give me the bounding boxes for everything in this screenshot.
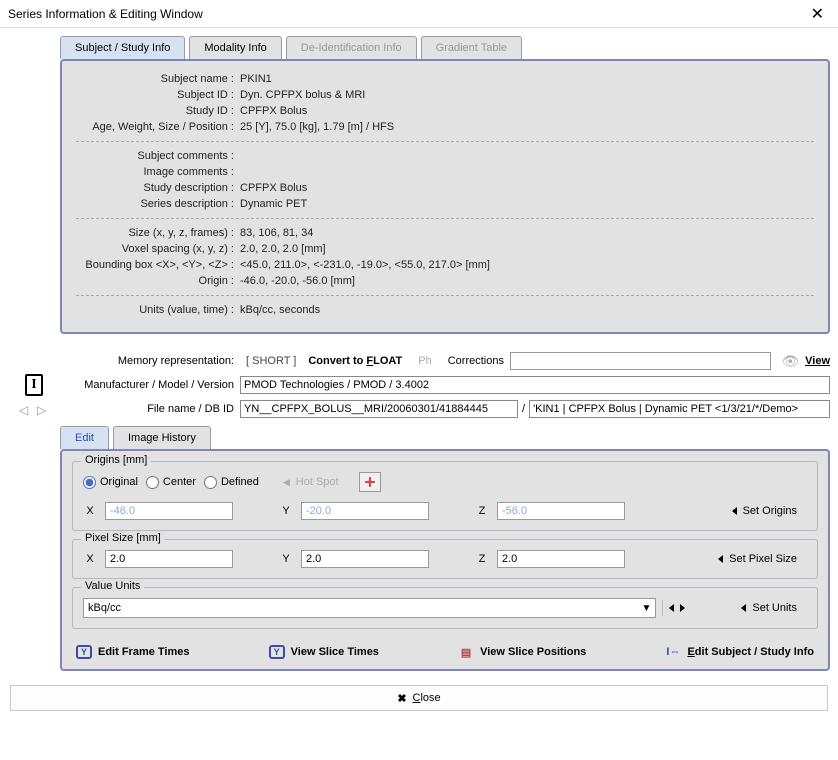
- target-button[interactable]: [359, 472, 381, 492]
- origins-fieldset: Origins [mm] Original Center Defined ◀ H…: [72, 461, 818, 531]
- set-units-button[interactable]: Set Units: [731, 602, 807, 614]
- triangle-left-icon[interactable]: [669, 604, 674, 612]
- origin-x-label: X: [83, 505, 97, 517]
- study-id-label: Study ID: [76, 105, 234, 117]
- pixel-z-label: Z: [475, 553, 489, 565]
- tab-deid-info: De-Identification Info: [286, 36, 417, 59]
- study-id-value: CPFPX Bolus: [234, 105, 307, 117]
- filename-input[interactable]: [240, 400, 518, 418]
- manufacturer-input[interactable]: [240, 376, 830, 394]
- subject-name-value: PKIN1: [234, 73, 272, 85]
- origins-legend: Origins [mm]: [81, 454, 151, 466]
- series-desc-value: Dynamic PET: [234, 198, 307, 210]
- pixel-x-label: X: [83, 553, 97, 565]
- clock-box-icon: Y: [76, 645, 92, 659]
- close-icon[interactable]: ✕: [805, 4, 830, 24]
- triangle-right-icon[interactable]: [680, 604, 685, 612]
- slice-pos-icon: ▤: [458, 645, 474, 659]
- chevron-down-icon: ▼: [641, 603, 651, 614]
- window-title: Series Information & Editing Window: [8, 7, 203, 21]
- study-desc-value: CPFPX Bolus: [234, 182, 307, 194]
- triangle-left-icon: [732, 507, 737, 515]
- pixel-size-fieldset: Pixel Size [mm] X Y Z Set Pixel Size: [72, 539, 818, 579]
- origin-value: -46.0, -20.0, -56.0 [mm]: [234, 275, 355, 287]
- view-slice-times-button[interactable]: YView Slice Times: [269, 645, 379, 659]
- target-icon: [365, 477, 375, 487]
- origin-radio-center[interactable]: Center: [146, 476, 196, 489]
- tab-modality-info[interactable]: Modality Info: [189, 36, 281, 59]
- close-button[interactable]: ✖ Close: [10, 685, 828, 711]
- boundingbox-label: Bounding box <X>, <Y>, <Z>: [76, 259, 234, 271]
- subject-id-label: Subject ID: [76, 89, 234, 101]
- set-origins-button[interactable]: Set Origins: [722, 505, 807, 517]
- pixel-y-input[interactable]: [301, 550, 429, 568]
- subject-id-value: Dyn. CPFPX bolus & MRI: [234, 89, 365, 101]
- ph-label: Ph: [418, 355, 431, 367]
- pixel-size-legend: Pixel Size [mm]: [81, 532, 165, 544]
- next-arrow-icon[interactable]: ▷: [37, 403, 49, 415]
- eye-icon: 👁: [781, 353, 799, 370]
- units-label: Units (value, time): [76, 304, 234, 316]
- pixel-y-label: Y: [279, 553, 293, 565]
- convert-to-float-button[interactable]: Convert to FLOAT: [308, 355, 402, 367]
- origin-label: Origin: [76, 275, 234, 287]
- corrections-input[interactable]: [510, 352, 771, 370]
- info-panel: Subject namePKIN1 Subject IDDyn. CPFPX b…: [60, 59, 830, 334]
- pixel-z-input[interactable]: [497, 550, 625, 568]
- tab-edit[interactable]: Edit: [60, 426, 109, 449]
- dbid-input[interactable]: [529, 400, 830, 418]
- origin-x-input[interactable]: [105, 502, 233, 520]
- origin-radio-defined[interactable]: Defined: [204, 476, 259, 489]
- units-select-value: kBq/cc: [88, 602, 121, 614]
- triangle-left-icon: [718, 555, 723, 563]
- awsp-label: Age, Weight, Size / Position: [76, 121, 234, 133]
- subj-comments-label: Subject comments: [76, 150, 234, 162]
- edit-frame-times-button[interactable]: YEdit Frame Times: [76, 645, 190, 659]
- voxel-value: 2.0, 2.0, 2.0 [mm]: [234, 243, 326, 255]
- size-label: Size (x, y, z, frames): [76, 227, 234, 239]
- prev-arrow-icon[interactable]: ◁: [19, 403, 31, 415]
- origin-z-input[interactable]: [497, 502, 625, 520]
- tab-image-history[interactable]: Image History: [113, 426, 211, 449]
- x-icon: ✖: [397, 692, 406, 705]
- tab-subject-info[interactable]: Subject / Study Info: [60, 36, 185, 59]
- awsp-value: 25 [Y], 75.0 [kg], 1.79 [m] / HFS: [234, 121, 394, 133]
- edit-panel: Origins [mm] Original Center Defined ◀ H…: [60, 449, 830, 671]
- value-units-legend: Value Units: [81, 580, 144, 592]
- filename-label: File name / DB ID: [60, 403, 240, 415]
- hotspot-label: ◀ Hot Spot: [283, 476, 339, 488]
- view-button[interactable]: View: [805, 355, 830, 367]
- series-desc-label: Series description: [76, 198, 234, 210]
- size-value: 83, 106, 81, 34: [234, 227, 313, 239]
- clock-box-icon: Y: [269, 645, 285, 659]
- origin-radio-original[interactable]: Original: [83, 476, 138, 489]
- memory-repr-label: Memory representation:: [60, 355, 240, 367]
- units-value: kBq/cc, seconds: [234, 304, 320, 316]
- info-badge-icon: I: [25, 374, 43, 396]
- corrections-label: Corrections: [448, 355, 504, 367]
- view-slice-positions-button[interactable]: ▤View Slice Positions: [458, 645, 586, 659]
- origin-z-label: Z: [475, 505, 489, 517]
- edit-subject-info-button[interactable]: I⇔Edit Subject / Study Info: [665, 645, 814, 659]
- value-units-fieldset: Value Units kBq/cc ▼ Set Units: [72, 587, 818, 629]
- voxel-label: Voxel spacing (x, y, z): [76, 243, 234, 255]
- units-select[interactable]: kBq/cc ▼: [83, 598, 656, 618]
- memory-repr-short: [ SHORT ]: [246, 355, 296, 367]
- manufacturer-label: Manufacturer / Model / Version: [60, 379, 240, 391]
- img-comments-label: Image comments: [76, 166, 234, 178]
- edit-icon: I⇔: [665, 645, 681, 659]
- pixel-x-input[interactable]: [105, 550, 233, 568]
- study-desc-label: Study description: [76, 182, 234, 194]
- subject-name-label: Subject name: [76, 73, 234, 85]
- origin-y-label: Y: [279, 505, 293, 517]
- filename-sep: /: [522, 403, 525, 415]
- triangle-left-icon: [741, 604, 746, 612]
- tab-gradient-table: Gradient Table: [421, 36, 522, 59]
- set-pixel-size-button[interactable]: Set Pixel Size: [708, 553, 807, 565]
- origin-y-input[interactable]: [301, 502, 429, 520]
- boundingbox-value: <45.0, 211.0>, <-231.0, -19.0>, <55.0, 2…: [234, 259, 490, 271]
